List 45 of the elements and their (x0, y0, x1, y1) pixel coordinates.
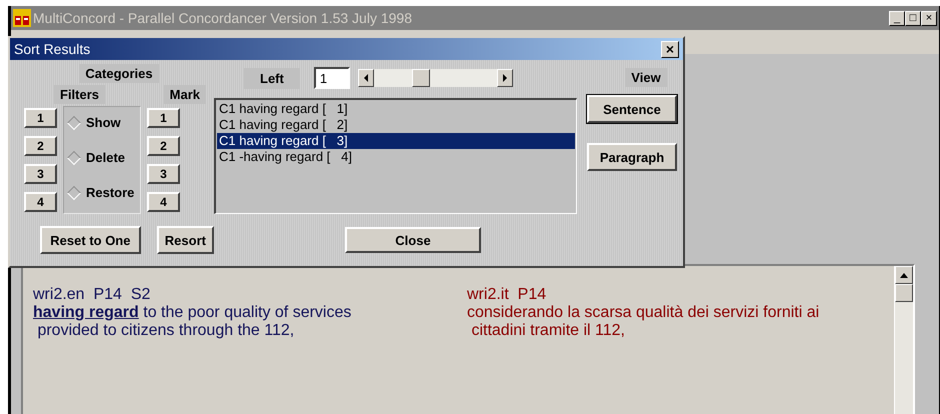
vertical-scrollbar[interactable] (894, 266, 913, 414)
mark-button[interactable]: 3 (147, 164, 180, 184)
result-item[interactable]: C1 having regard [ 1] (217, 101, 575, 117)
resort-button[interactable]: Resort (156, 226, 214, 254)
result-item[interactable]: C1 having regard [ 2] (217, 117, 575, 133)
close-button[interactable]: Close (345, 227, 481, 253)
filter-button[interactable]: 1 (24, 108, 57, 128)
filter-button[interactable]: 3 (24, 164, 57, 184)
left-input-field[interactable]: 1 (314, 67, 350, 89)
target-text: cittadini tramite il 112, (470, 322, 626, 340)
filter-button[interactable]: 4 (24, 192, 57, 212)
filters-label: Filters (54, 85, 106, 104)
window-title: MultiConcord - Parallel Concordancer Version 1.53 July 1998 (33, 10, 412, 26)
horizontal-slider[interactable] (358, 69, 513, 87)
view-button[interactable]: Paragraph (587, 143, 677, 171)
target-text: considerando la scarsa qualità dei servizi forniti ai (467, 304, 820, 322)
view-button[interactable]: Sentence (587, 95, 677, 123)
mark-label: Mark (164, 85, 206, 104)
result-item[interactable]: C1 having regard [ 3] (217, 133, 575, 149)
left-label: Left (244, 68, 300, 88)
window-control-button[interactable]: □ (905, 10, 921, 26)
right-arrow-icon[interactable] (502, 74, 507, 82)
source-text: provided to citizens through the 112, (36, 322, 296, 340)
window-control-button[interactable]: × (921, 10, 937, 26)
filter-button[interactable]: 2 (24, 136, 57, 156)
source-header: wri2.en P14 S2 (33, 286, 152, 304)
radio-label: Delete (86, 150, 126, 165)
mark-button[interactable]: 1 (147, 108, 180, 128)
target-header: wri2.it P14 (467, 286, 548, 304)
mark-button[interactable]: 2 (147, 136, 180, 156)
left-arrow-icon[interactable] (364, 74, 368, 82)
categories-label: Categories (79, 64, 159, 83)
result-item[interactable]: C1 -having regard [ 4] (217, 149, 575, 165)
mark-button[interactable]: 4 (147, 192, 180, 212)
source-text: having regard to the poor quality of services (33, 304, 352, 322)
radio-label: Show (86, 115, 121, 130)
app-icon (13, 9, 31, 27)
scroll-thumb[interactable] (895, 284, 913, 302)
radio-label: Restore (86, 185, 134, 200)
reset-button[interactable]: Reset to One (40, 226, 141, 254)
close-button[interactable]: × (661, 40, 679, 58)
view-label: View (625, 68, 667, 87)
dialog-title: Sort Results (14, 41, 90, 57)
window-control-button[interactable]: _ (889, 10, 905, 26)
up-arrow-icon[interactable] (900, 272, 908, 278)
